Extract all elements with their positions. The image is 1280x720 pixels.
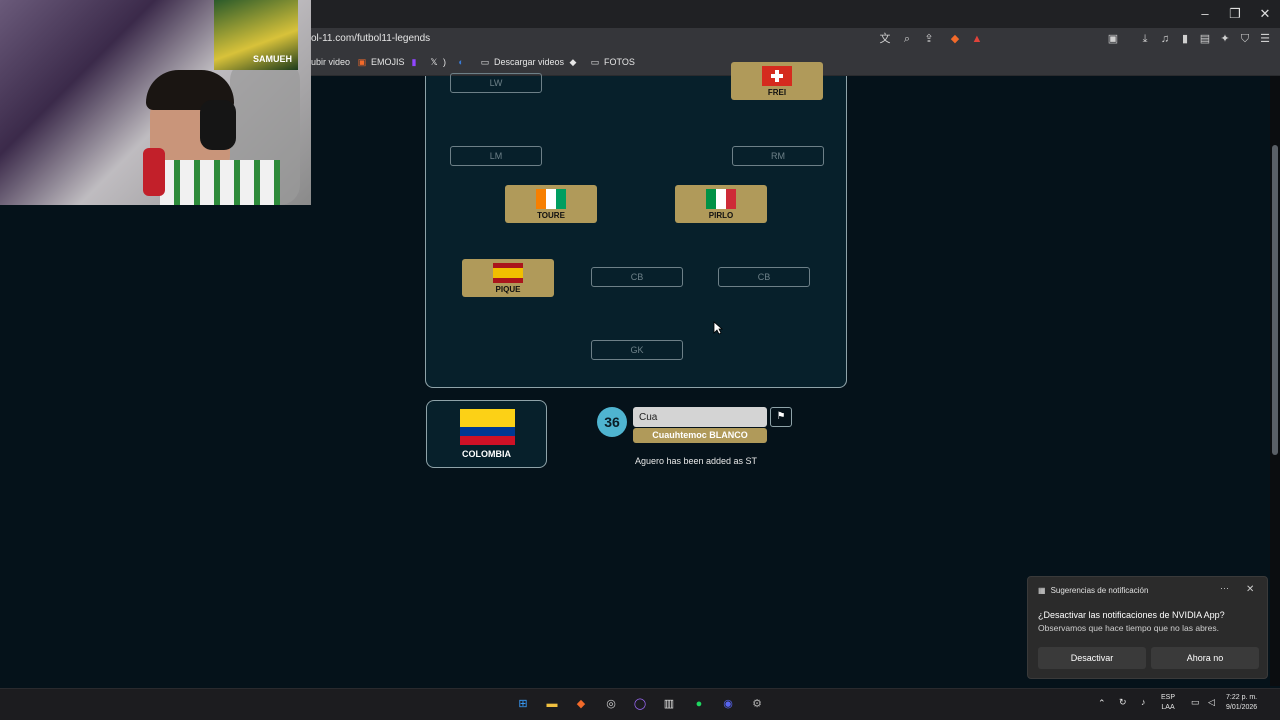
x-icon: 𝕏: [430, 57, 438, 67]
restore-button[interactable]: ❐: [1220, 0, 1250, 28]
windows-start-icon[interactable]: ⊞: [514, 695, 532, 713]
translate-icon[interactable]: 文: [878, 32, 892, 46]
toast-disable-button[interactable]: Desactivar: [1038, 647, 1146, 669]
slot-cb-right[interactable]: CB: [718, 267, 810, 287]
mouse-cursor-icon: [713, 321, 723, 335]
lineup-pitch: LW FREI LM RM TOURE PIRLO PIQUE CB CB GK: [425, 62, 847, 388]
toast-close-icon[interactable]: ✕: [1246, 584, 1254, 595]
notification-toast: ▦ Sugerencias de notificación ··· ✕ ¿Desa…: [1027, 576, 1268, 679]
epic-games-icon[interactable]: ▥: [660, 695, 678, 713]
language-indicator[interactable]: ESP LAA: [1161, 693, 1175, 713]
volume-icon[interactable]: ◁: [1208, 697, 1215, 707]
switzerland-flag-icon: [762, 66, 792, 86]
webcam-headset: [200, 100, 236, 150]
emoji-icon: ▣: [357, 57, 367, 67]
bookmark-diamond[interactable]: ◆: [568, 57, 578, 67]
slot-cb-left[interactable]: CB: [591, 267, 683, 287]
leo-icon[interactable]: ✦: [1218, 32, 1232, 46]
bookmark-emojis[interactable]: ▣ EMOJIS: [357, 57, 405, 67]
launcher-icon[interactable]: ◯: [631, 695, 649, 713]
status-message: Aguero has been added as ST: [634, 456, 758, 466]
toast-more-icon[interactable]: ···: [1220, 583, 1229, 593]
tab-search-icon[interactable]: ▣: [1106, 32, 1120, 46]
webcam-microphone: [143, 148, 165, 196]
folder-icon: ▭: [590, 57, 600, 67]
italy-flag-icon: [706, 189, 736, 209]
edge-icon: ◐: [458, 57, 464, 67]
folder-icon: ▭: [480, 57, 490, 67]
give-up-flag-button[interactable]: ⚑: [770, 407, 792, 427]
zoom-icon[interactable]: ⌕: [900, 32, 914, 46]
brave-rewards-icon[interactable]: ▲: [970, 32, 984, 46]
bookmark-x[interactable]: 𝕏): [429, 57, 446, 67]
scrollbar-thumb[interactable]: [1272, 145, 1278, 455]
toast-header: ▦ Sugerencias de notificación: [1038, 586, 1149, 595]
player-card-frei[interactable]: FREI: [731, 62, 823, 100]
colombia-flag-icon: [460, 409, 515, 445]
webcam-shirt: [160, 160, 280, 205]
diamond-icon: ◆: [569, 57, 577, 67]
player-card-pirlo[interactable]: PIRLO: [675, 185, 767, 223]
spain-flag-icon: [493, 263, 523, 283]
player-card-pique[interactable]: PIQUE: [462, 259, 554, 297]
share-icon[interactable]: ⇪: [922, 32, 936, 46]
bookmark-upload-video[interactable]: ubir video: [311, 57, 350, 67]
autocomplete-suggestion[interactable]: Cuauhtemoc BLANCO: [633, 428, 767, 443]
url-text[interactable]: ol-11.com/futbol11-legends: [311, 33, 430, 44]
player-search-input[interactable]: [633, 407, 767, 427]
webcam-poster: SAMUEH: [214, 0, 298, 70]
slot-rm[interactable]: RM: [732, 146, 824, 166]
toast-later-button[interactable]: Ahora no: [1151, 647, 1259, 669]
country-name: COLOMBIA: [462, 449, 511, 459]
minimize-button[interactable]: –: [1190, 0, 1220, 28]
download-icon[interactable]: ⤓: [1138, 32, 1152, 46]
menu-icon[interactable]: ☰: [1258, 32, 1272, 46]
guesses-remaining-badge: 36: [597, 407, 627, 437]
flag-icon: ⚑: [776, 411, 786, 422]
bookmark-twitch[interactable]: ▮: [409, 57, 419, 67]
brave-browser-icon[interactable]: ◆: [572, 695, 590, 713]
webcam-overlay: SAMUEH: [0, 0, 311, 205]
ivory-coast-flag-icon: [536, 189, 566, 209]
file-explorer-icon[interactable]: ▬: [543, 695, 561, 713]
twitch-icon: ▮: [411, 57, 417, 67]
tray-overflow-icon[interactable]: ⌃: [1098, 698, 1106, 708]
player-card-toure[interactable]: TOURE: [505, 185, 597, 223]
bookmark-descargar-videos[interactable]: ▭ Descargar videos: [480, 57, 564, 67]
bookmark-fotos[interactable]: ▭ FOTOS: [590, 57, 635, 67]
spotify-icon[interactable]: ●: [690, 695, 708, 713]
settings-gear-icon[interactable]: ⚙: [748, 695, 766, 713]
country-card: COLOMBIA: [426, 400, 547, 468]
media-icon[interactable]: ♫: [1158, 32, 1172, 46]
slot-lm[interactable]: LM: [450, 146, 542, 166]
toast-title: ¿Desactivar las notificaciones de NVIDIA…: [1038, 610, 1225, 620]
sidebar-icon[interactable]: ▮: [1178, 32, 1192, 46]
vpn-icon[interactable]: ⛉: [1238, 32, 1252, 46]
clock[interactable]: 7:22 p. m. 9/01/2026: [1226, 693, 1257, 713]
wallet-icon[interactable]: ▤: [1198, 32, 1212, 46]
slot-lw[interactable]: LW: [450, 73, 542, 93]
brave-shield-icon[interactable]: ◆: [948, 32, 962, 46]
sync-icon[interactable]: ↻: [1119, 697, 1127, 707]
bookmark-edge[interactable]: ◐: [456, 57, 466, 67]
notification-settings-icon: ▦: [1038, 586, 1046, 595]
microphone-icon[interactable]: ♪: [1141, 697, 1146, 707]
slot-gk[interactable]: GK: [591, 340, 683, 360]
discord-icon[interactable]: ◉: [719, 695, 737, 713]
toast-body: Observamos que hace tiempo que no las ab…: [1038, 623, 1219, 633]
network-icon[interactable]: ▭: [1191, 697, 1200, 707]
app-icon[interactable]: ◎: [602, 695, 620, 713]
close-window-button[interactable]: ✕: [1250, 0, 1280, 28]
